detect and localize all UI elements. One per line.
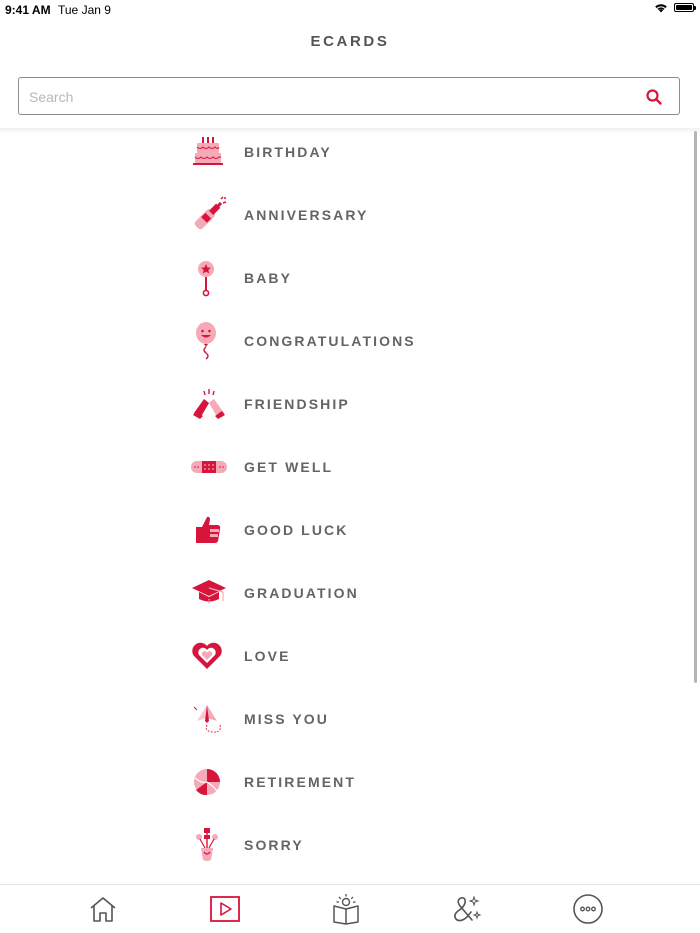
category-label: MISS YOU bbox=[244, 711, 330, 727]
play-card-icon bbox=[210, 896, 240, 922]
tab-bar bbox=[0, 884, 700, 933]
smiley-balloon-icon bbox=[190, 321, 236, 361]
battery-icon bbox=[674, 3, 696, 12]
graduation-cap-icon bbox=[190, 573, 236, 613]
category-label: GET WELL bbox=[244, 459, 334, 475]
search-input[interactable] bbox=[27, 86, 631, 108]
tab-ecards[interactable] bbox=[205, 891, 245, 927]
category-item-get-well[interactable]: GET WELL bbox=[190, 441, 590, 493]
tab-ampersand[interactable] bbox=[446, 891, 486, 927]
tab-home[interactable] bbox=[83, 891, 123, 927]
champagne-bottle-icon bbox=[190, 195, 236, 235]
tab-more[interactable] bbox=[568, 891, 608, 927]
tab-stories[interactable] bbox=[326, 891, 366, 927]
wifi-icon bbox=[655, 4, 667, 13]
status-date: Tue Jan 9 bbox=[58, 3, 111, 17]
category-item-anniversary[interactable]: ANNIVERSARY bbox=[190, 189, 590, 241]
category-label: CONGRATULATIONS bbox=[244, 333, 416, 349]
birthday-cake-icon bbox=[190, 132, 236, 172]
category-label: FRIENDSHIP bbox=[244, 396, 350, 412]
category-label: ANNIVERSARY bbox=[244, 207, 369, 223]
flower-vase-icon bbox=[190, 825, 236, 865]
category-item-congratulations[interactable]: CONGRATULATIONS bbox=[190, 315, 590, 367]
category-label: BIRTHDAY bbox=[244, 144, 332, 160]
status-bar: 9:41 AM Tue Jan 9 bbox=[0, 0, 700, 20]
home-icon bbox=[90, 897, 116, 922]
scrollbar[interactable] bbox=[694, 131, 697, 683]
category-label: GOOD LUCK bbox=[244, 522, 349, 538]
category-label: RETIREMENT bbox=[244, 774, 356, 790]
status-indicators bbox=[654, 2, 696, 13]
high-five-icon bbox=[190, 384, 236, 424]
category-item-birthday[interactable]: BIRTHDAY bbox=[190, 126, 590, 178]
category-label: SORRY bbox=[244, 837, 304, 853]
ampersand-icon bbox=[454, 895, 482, 922]
search-bar[interactable] bbox=[18, 77, 680, 115]
thumbs-up-icon bbox=[190, 510, 236, 550]
category-item-good-luck[interactable]: GOOD LUCK bbox=[190, 504, 590, 556]
status-time: 9:41 AM bbox=[5, 3, 51, 17]
category-item-retirement[interactable]: RETIREMENT bbox=[190, 756, 590, 808]
book-icon bbox=[333, 894, 359, 925]
more-icon bbox=[573, 894, 603, 924]
bandage-icon bbox=[190, 447, 236, 487]
page-title: ECARDS bbox=[310, 33, 390, 50]
category-item-graduation[interactable]: GRADUATION bbox=[190, 567, 590, 619]
category-item-love[interactable]: LOVE bbox=[190, 630, 590, 682]
category-item-friendship[interactable]: FRIENDSHIP bbox=[190, 378, 590, 430]
paper-airplane-icon bbox=[190, 699, 236, 739]
category-label: GRADUATION bbox=[244, 585, 359, 601]
category-item-sorry[interactable]: SORRY bbox=[190, 819, 590, 871]
search-icon[interactable] bbox=[645, 88, 663, 106]
category-label: LOVE bbox=[244, 648, 291, 664]
category-item-baby[interactable]: BABY bbox=[190, 252, 590, 304]
beach-ball-icon bbox=[190, 762, 236, 802]
baby-rattle-icon bbox=[190, 258, 236, 298]
category-item-miss-you[interactable]: MISS YOU bbox=[190, 693, 590, 745]
heart-icon bbox=[190, 636, 236, 676]
category-label: BABY bbox=[244, 270, 293, 286]
